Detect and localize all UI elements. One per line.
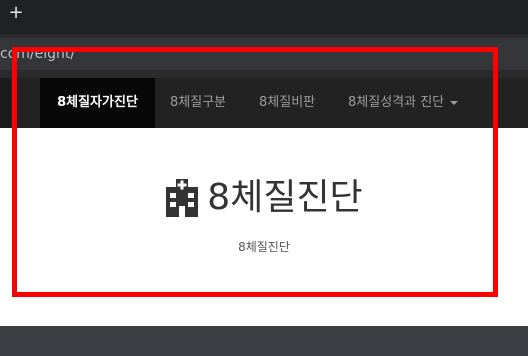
main-content: 8체질진단 8체질진단 xyxy=(0,128,528,326)
new-tab-button[interactable]: + xyxy=(6,2,26,24)
caret-down-icon xyxy=(450,100,459,105)
page-title-block: 8체질진단 xyxy=(165,176,363,220)
site-navbar: 8체질자가진단 8체질구분 8체질비판 8체질성격과 진단 xyxy=(0,78,528,128)
navbar-brand[interactable]: 8체질자가진단 xyxy=(40,78,155,128)
nav-item-criticism[interactable]: 8체질비판 xyxy=(259,78,315,128)
navbar-left-edge xyxy=(0,78,10,128)
page-title: 8체질진단 xyxy=(207,177,363,218)
desktop-background xyxy=(0,326,528,356)
nav-item-personality-dropdown[interactable]: 8체질성격과 진단 xyxy=(348,78,459,128)
url-text[interactable]: com/eight/ xyxy=(0,44,75,64)
hero-section: 8체질진단 xyxy=(0,176,528,221)
nav-item-constitution-types[interactable]: 8체질구분 xyxy=(170,78,226,128)
hospital-icon xyxy=(166,179,199,217)
address-bar[interactable]: com/eight/ xyxy=(0,38,528,70)
page-subtitle: 8체질진단 xyxy=(238,240,290,254)
nav-item-personality-label: 8체질성격과 진단 xyxy=(348,95,445,110)
browser-tab-strip: + xyxy=(0,0,528,34)
